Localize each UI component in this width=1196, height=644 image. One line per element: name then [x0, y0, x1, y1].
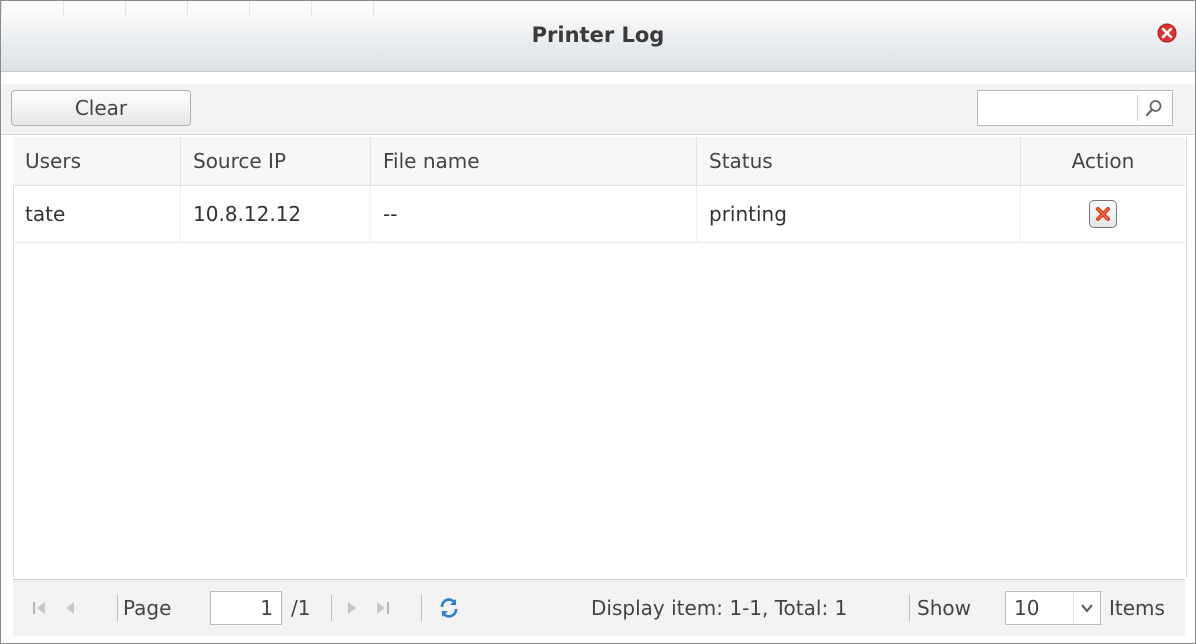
printer-log-dialog: Printer Log Clear Users Source IP File n…: [0, 0, 1196, 644]
last-page-icon[interactable]: [373, 580, 391, 636]
page-number-input[interactable]: 1: [210, 591, 282, 625]
items-per-page-value: 10: [1014, 596, 1040, 620]
search-divider: [1137, 95, 1138, 121]
title-bar: Printer Log: [1, 1, 1195, 72]
cell-source-ip: 10.8.12.12: [181, 186, 371, 242]
page-label: Page: [123, 596, 172, 620]
dialog-title: Printer Log: [531, 23, 665, 47]
column-header-users[interactable]: Users: [13, 137, 181, 185]
display-info: Display item: 1-1, Total: 1: [591, 596, 848, 620]
close-icon[interactable]: [1157, 23, 1177, 43]
page-total: /1: [291, 596, 311, 620]
cell-status: printing: [697, 186, 1021, 242]
items-label: Items: [1109, 596, 1165, 620]
pager-divider: [117, 595, 118, 621]
clear-button[interactable]: Clear: [11, 90, 191, 126]
column-header-status[interactable]: Status: [697, 137, 1021, 185]
column-header-file-name[interactable]: File name: [371, 137, 697, 185]
delete-icon: [1096, 207, 1110, 221]
pagination-bar: Page 1 /1 Display item: 1-1, Total: 1 Sh…: [13, 579, 1185, 636]
cell-user: tate: [13, 186, 181, 242]
pager-divider: [909, 595, 910, 621]
refresh-icon[interactable]: [437, 580, 461, 636]
prev-page-icon[interactable]: [61, 580, 79, 636]
cancel-job-button[interactable]: [1089, 200, 1117, 228]
column-header-source-ip[interactable]: Source IP: [181, 137, 371, 185]
show-label: Show: [917, 596, 971, 620]
first-page-icon[interactable]: [31, 580, 49, 636]
search-input[interactable]: [977, 90, 1173, 126]
pager-divider: [421, 595, 422, 621]
column-header-action: Action: [1071, 149, 1135, 173]
next-page-icon[interactable]: [343, 580, 361, 636]
table-row[interactable]: tate 10.8.12.12 -- printing: [13, 186, 1185, 243]
pager-divider: [331, 595, 332, 621]
toolbar: Clear: [1, 84, 1195, 135]
chevron-down-icon[interactable]: [1073, 592, 1100, 624]
cell-action: [1021, 186, 1185, 242]
cell-file-name: --: [371, 186, 697, 242]
table-header: Users Source IP File name Status Action: [13, 137, 1185, 186]
items-per-page-select[interactable]: 10: [1005, 591, 1101, 625]
search-icon[interactable]: [1144, 98, 1164, 118]
